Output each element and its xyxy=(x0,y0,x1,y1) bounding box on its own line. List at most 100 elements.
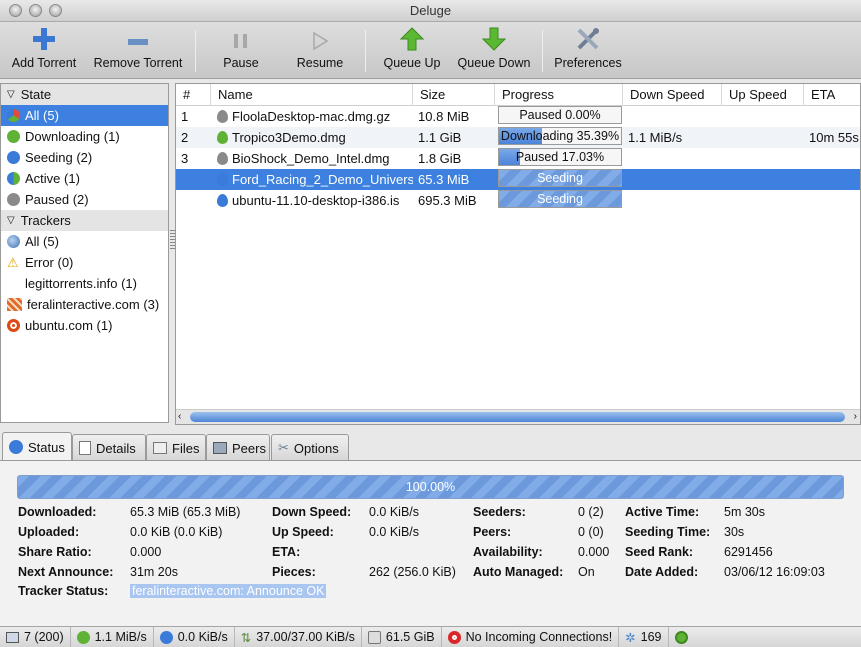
torrent-progress-bar: Seeding xyxy=(498,190,622,208)
torrent-progress-bar: Seeding xyxy=(498,169,622,187)
cell-up-speed xyxy=(722,169,804,190)
protocol-traffic-indicator: ⇅ 37.00/37.00 KiB/s xyxy=(235,627,362,647)
upload-speed-indicator[interactable]: 0.0 KiB/s xyxy=(154,627,235,647)
progress-text: Seeding xyxy=(537,192,583,206)
column-header-up-speed[interactable]: Up Speed xyxy=(722,84,804,106)
column-header-size[interactable]: Size xyxy=(413,84,495,106)
column-header-name[interactable]: Name xyxy=(211,84,413,106)
tracker-item-legittorrents[interactable]: legittorrents.info (1) xyxy=(1,273,168,294)
scroll-right-icon[interactable]: › xyxy=(854,410,857,424)
cell-progress: Seeding xyxy=(495,169,623,190)
scroll-left-icon[interactable]: ‹ xyxy=(178,410,181,424)
minimize-window-button[interactable] xyxy=(29,4,42,17)
add-torrent-button[interactable]: Add Torrent xyxy=(6,22,82,79)
toolbar-separator xyxy=(195,30,196,72)
table-row[interactable]: 1 FloolaDesktop-mac.dmg.gz 10.8 MiB Paused … xyxy=(176,106,860,127)
torrent-progress-bar: Paused 17.03% xyxy=(498,148,622,166)
tracker-status-label: Tracker Status: xyxy=(18,584,109,598)
title-bar: Deluge xyxy=(0,0,861,22)
tracker-item-feralinteractive[interactable]: feralinteractive.com (3) xyxy=(1,294,168,315)
preferences-button[interactable]: Preferences xyxy=(552,22,624,79)
state-header-label: State xyxy=(20,87,52,102)
share-ratio-label: Share Ratio: xyxy=(18,545,92,559)
connections-indicator[interactable]: 7 (200) xyxy=(0,627,71,647)
queue-up-button[interactable]: Queue Up xyxy=(378,22,446,79)
remove-torrent-label: Remove Torrent xyxy=(93,56,183,70)
cell-down-speed xyxy=(623,169,722,190)
toolbar-separator xyxy=(365,30,366,72)
tab-label: Details xyxy=(96,440,136,456)
download-speed-indicator[interactable]: 1.1 MiB/s xyxy=(71,627,154,647)
upload-icon xyxy=(159,630,173,644)
state-item-downloading[interactable]: Downloading (1) xyxy=(1,126,168,147)
cell-up-speed xyxy=(722,190,804,211)
table-body: 1 FloolaDesktop-mac.dmg.gz 10.8 MiB Paused … xyxy=(176,106,860,211)
tab-options[interactable]: ✂ Options xyxy=(271,434,349,461)
pieces-value: 262 (256.0 KiB) xyxy=(369,565,456,579)
protocol-traffic-value: 37.00/37.00 KiB/s xyxy=(256,630,355,644)
column-header-number[interactable]: # xyxy=(176,84,211,106)
pieces-label: Pieces: xyxy=(272,565,316,579)
column-header-progress[interactable]: Progress xyxy=(495,84,623,106)
up-speed-label: Up Speed: xyxy=(272,525,334,539)
tab-details[interactable]: Details xyxy=(72,434,146,461)
upload-speed-value: 0.0 KiB/s xyxy=(177,630,228,644)
tracker-item-ubuntu[interactable]: ubuntu.com (1) xyxy=(1,315,168,336)
tab-files[interactable]: Files xyxy=(146,434,206,461)
torrent-name: BioShock_Demo_Intel.dmg xyxy=(232,151,390,166)
torrent-state-icon xyxy=(217,173,228,186)
tracker-item-error[interactable]: ⚠ Error (0) xyxy=(1,252,168,273)
free-space-indicator: 61.5 GiB xyxy=(362,627,442,647)
tracker-item-all[interactable]: All (5) xyxy=(1,231,168,252)
pause-button[interactable]: Pause xyxy=(212,22,270,79)
remove-torrent-button[interactable]: Remove Torrent xyxy=(88,22,188,79)
seeding-icon xyxy=(7,151,20,164)
resume-label: Resume xyxy=(296,56,344,70)
close-window-button[interactable] xyxy=(9,4,22,17)
plugin-indicator[interactable] xyxy=(669,627,694,647)
resume-button[interactable]: Resume xyxy=(290,22,350,79)
table-row[interactable]: 2 Tropico3Demo.dmg 1.1 GiB Downloading 35.3… xyxy=(176,127,860,148)
paused-icon xyxy=(7,193,20,206)
eta-label: ETA: xyxy=(272,545,301,559)
cell-name: FloolaDesktop-mac.dmg.gz xyxy=(181,106,413,127)
cell-size: 695.3 MiB xyxy=(418,193,477,208)
seeding-time-label: Seeding Time: xyxy=(625,525,711,539)
status-bar: 7 (200) 1.1 MiB/s 0.0 KiB/s ⇅ 37.00/37.0… xyxy=(0,626,861,647)
download-speed-value: 1.1 MiB/s xyxy=(94,630,147,644)
column-header-down-speed[interactable]: Down Speed xyxy=(623,84,722,106)
state-item-label: Active (1) xyxy=(25,171,80,186)
options-tools-icon: ✂ xyxy=(278,440,289,455)
cell-name: BioShock_Demo_Intel.dmg xyxy=(181,148,413,169)
horizontal-scrollbar[interactable]: ‹ › xyxy=(176,409,860,424)
cell-down-speed xyxy=(623,148,722,169)
warning-icon: ⚠ xyxy=(7,255,19,270)
table-row[interactable]: Ford_Racing_2_Demo_Universal 65.3 MiB Seed… xyxy=(176,169,860,190)
state-item-active[interactable]: Active (1) xyxy=(1,168,168,189)
incoming-connections-indicator[interactable]: No Incoming Connections! xyxy=(442,627,620,647)
incoming-connections-value: No Incoming Connections! xyxy=(465,630,613,644)
torrent-name: Tropico3Demo.dmg xyxy=(232,130,346,145)
state-item-seeding[interactable]: Seeding (2) xyxy=(1,147,168,168)
active-time-label: Active Time: xyxy=(625,505,700,519)
state-item-all[interactable]: All (5) xyxy=(1,105,168,126)
table-row[interactable]: ubuntu-11.10-desktop-i386.is 695.3 MiB See… xyxy=(176,190,860,211)
scrollbar-thumb[interactable] xyxy=(190,412,845,422)
state-header[interactable]: ▽ State xyxy=(1,84,168,105)
column-header-eta[interactable]: ETA xyxy=(804,84,860,106)
tab-status[interactable]: Status xyxy=(2,432,72,461)
tab-peers[interactable]: Peers xyxy=(206,434,270,461)
trackers-header[interactable]: ▽ Trackers xyxy=(1,210,168,231)
table-row[interactable]: 3 BioShock_Demo_Intel.dmg 1.8 GiB Paused 17… xyxy=(176,148,860,169)
clock-icon xyxy=(674,630,688,644)
zoom-window-button[interactable] xyxy=(49,4,62,17)
cell-progress: Paused 17.03% xyxy=(495,148,623,169)
queue-down-button[interactable]: Queue Down xyxy=(452,22,536,79)
detail-tabs: Status Details Files Peers ✂ Options xyxy=(0,432,861,461)
state-item-paused[interactable]: Paused (2) xyxy=(1,189,168,210)
tracker-item-label: legittorrents.info (1) xyxy=(25,276,137,291)
progress-text: Paused 0.00% xyxy=(519,108,601,122)
trackers-header-label: Trackers xyxy=(20,213,71,228)
tab-label: Peers xyxy=(232,440,266,456)
tracker-status-value[interactable]: feralinteractive.com: Announce OK xyxy=(130,584,327,598)
